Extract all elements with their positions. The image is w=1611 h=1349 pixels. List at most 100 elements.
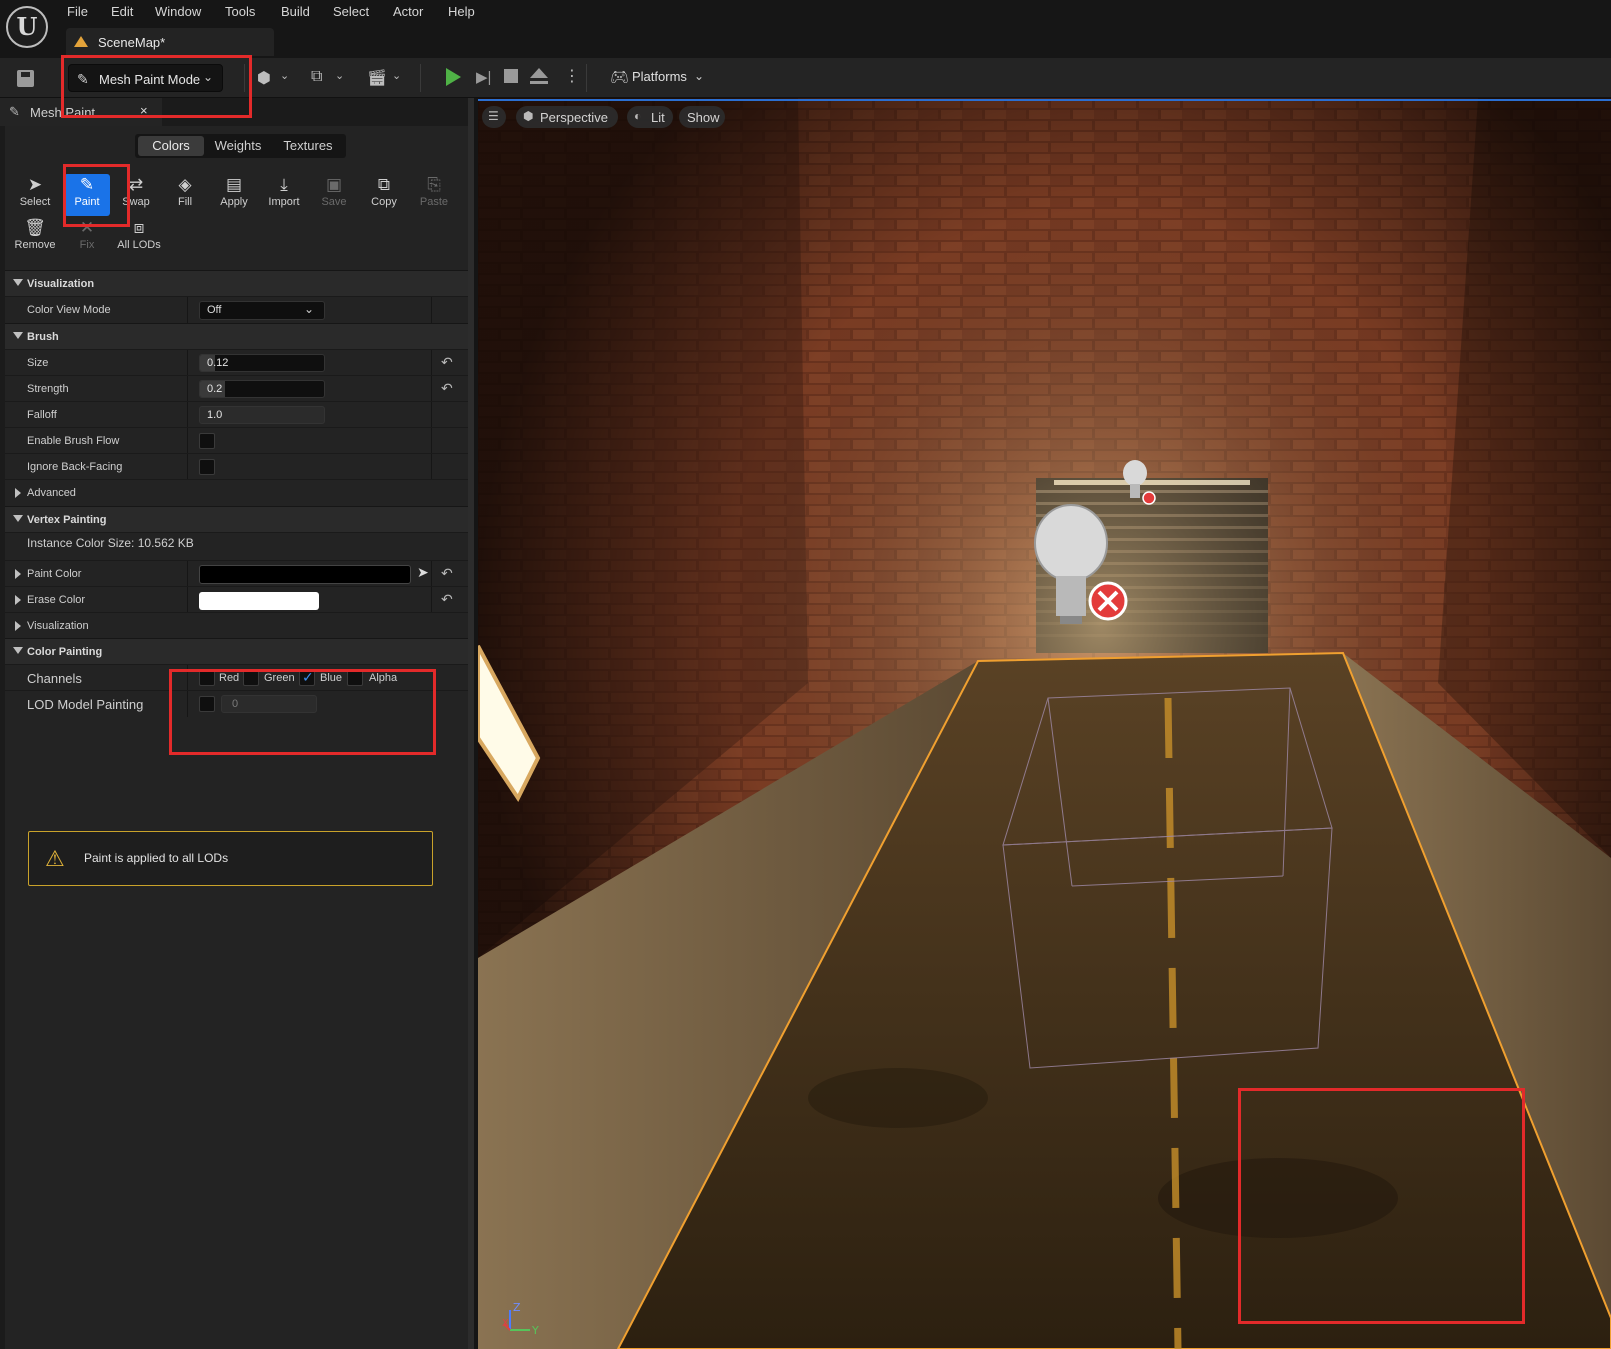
mode-dropdown[interactable]: ✎ Mesh Paint Mode ⌄ bbox=[68, 64, 223, 92]
prop-advanced[interactable]: Advanced bbox=[5, 479, 474, 505]
hamburger-icon: ☰ bbox=[488, 109, 499, 123]
ignore-back-facing-checkbox[interactable] bbox=[199, 459, 215, 475]
perspective-button[interactable]: ⬢ Perspective bbox=[516, 106, 618, 128]
column-divider bbox=[431, 454, 432, 480]
prop-label: Size bbox=[27, 357, 49, 369]
tab-textures[interactable]: Textures bbox=[273, 136, 343, 156]
panel-tab-label: Mesh Paint bbox=[30, 105, 96, 120]
menu-window[interactable]: Window bbox=[155, 4, 201, 19]
menu-edit[interactable]: Edit bbox=[111, 4, 133, 19]
menu-build[interactable]: Build bbox=[281, 4, 310, 19]
menu-actor[interactable]: Actor bbox=[393, 4, 423, 19]
tab-colors[interactable]: Colors bbox=[138, 136, 204, 156]
panel-tab-mesh-paint[interactable]: ✎ Mesh Paint × bbox=[0, 98, 162, 126]
channel-red-checkbox[interactable] bbox=[199, 670, 215, 686]
channel-alpha-checkbox[interactable] bbox=[347, 670, 363, 686]
expand-arrow-icon bbox=[13, 515, 23, 522]
level-viewport[interactable]: Z X Y ☰ ⬢ Perspective ◐ Lit Show bbox=[478, 98, 1611, 1349]
reset-icon[interactable]: ↶ bbox=[441, 565, 453, 582]
section-vertex-painting[interactable]: Vertex Painting bbox=[5, 506, 474, 532]
strength-input[interactable]: 0.2 bbox=[199, 380, 325, 398]
channel-green-checkbox[interactable] bbox=[243, 670, 259, 686]
cursor-icon: ➤ bbox=[27, 175, 43, 194]
cinematics-icon[interactable]: 🎬︎ bbox=[367, 68, 387, 88]
column-divider bbox=[431, 428, 432, 454]
prop-label: Strength bbox=[27, 383, 69, 395]
show-button[interactable]: Show bbox=[679, 106, 725, 128]
lit-button[interactable]: ◐ Lit bbox=[627, 106, 673, 128]
reset-icon[interactable]: ↶ bbox=[441, 591, 453, 608]
tool-label: Remove bbox=[14, 239, 56, 251]
tool-save: ▣ Save bbox=[311, 174, 357, 216]
brush-icon: ✎ bbox=[79, 175, 95, 194]
expand-arrow-icon[interactable] bbox=[15, 569, 21, 579]
column-divider bbox=[187, 454, 188, 480]
menu-help[interactable]: Help bbox=[448, 4, 475, 19]
instance-color-size-row: Instance Color Size: 10.562 KB bbox=[5, 532, 474, 560]
menu-tools[interactable]: Tools bbox=[225, 4, 255, 19]
tool-fill[interactable]: ◈ Fill bbox=[162, 174, 208, 216]
chevron-down-icon[interactable]: ⌄ bbox=[280, 69, 289, 82]
main-toolbar: ✎ Mesh Paint Mode ⌄ ⬢ ⌄ ⧉ ⌄ 🎬︎ ⌄ ▶︎| ⋮ 🎮… bbox=[0, 58, 1611, 98]
chevron-down-icon[interactable]: ⌄ bbox=[335, 69, 344, 82]
tool-apply[interactable]: ▤ Apply bbox=[211, 174, 257, 216]
viewport-menu-button[interactable]: ☰ bbox=[482, 106, 506, 128]
axis-y-label: Y bbox=[531, 1324, 539, 1337]
expand-arrow-icon bbox=[13, 647, 23, 654]
chevron-down-icon: ⌄ bbox=[203, 70, 214, 84]
column-divider bbox=[187, 402, 188, 428]
swap-icon: ⇄ bbox=[128, 175, 144, 194]
color-view-mode-dropdown[interactable]: Off ⌄ bbox=[199, 301, 325, 320]
section-title: Color Painting bbox=[27, 646, 103, 658]
tool-swap[interactable]: ⇄ Swap bbox=[113, 174, 159, 216]
section-brush[interactable]: Brush bbox=[5, 323, 474, 349]
eject-button[interactable] bbox=[530, 68, 548, 86]
stop-button[interactable] bbox=[504, 69, 518, 83]
expand-arrow-icon bbox=[15, 621, 21, 631]
tool-fix: ✕ Fix bbox=[64, 217, 110, 259]
menu-file[interactable]: File bbox=[67, 4, 88, 19]
blueprint-icon[interactable]: ⧉ bbox=[311, 68, 322, 86]
tool-paint[interactable]: ✎ Paint bbox=[64, 174, 110, 216]
reset-icon[interactable]: ↶ bbox=[441, 354, 453, 371]
lit-label: Lit bbox=[651, 110, 665, 125]
tool-label: Copy bbox=[371, 196, 397, 208]
expand-arrow-icon[interactable] bbox=[15, 595, 21, 605]
unreal-logo-icon[interactable]: U bbox=[6, 6, 48, 48]
tool-import[interactable]: ⤓ Import bbox=[261, 174, 307, 216]
menu-select[interactable]: Select bbox=[333, 4, 369, 19]
tab-weights[interactable]: Weights bbox=[207, 136, 269, 156]
close-icon[interactable]: × bbox=[140, 103, 148, 118]
tool-copy[interactable]: ⧉ Copy bbox=[361, 174, 407, 216]
column-divider bbox=[187, 561, 188, 587]
prop-ignore-back-facing: Ignore Back-Facing bbox=[5, 453, 474, 480]
play-button[interactable] bbox=[446, 68, 461, 86]
prop-size: Size 0.12 ↶ bbox=[5, 349, 474, 376]
advance-frame-icon[interactable]: ▶︎| bbox=[476, 68, 491, 86]
size-input[interactable]: 0.12 bbox=[199, 354, 325, 372]
add-actor-icon[interactable]: ⬢ bbox=[257, 68, 271, 88]
tool-remove[interactable]: 🗑︎ Remove bbox=[12, 217, 58, 259]
panel-scrollbar[interactable] bbox=[468, 98, 474, 1349]
column-divider bbox=[187, 297, 188, 323]
more-options-icon[interactable]: ⋮ bbox=[564, 66, 580, 86]
eyedropper-icon[interactable]: ➤ bbox=[417, 564, 429, 581]
reset-icon[interactable]: ↶ bbox=[441, 380, 453, 397]
tool-all-lods[interactable]: ⧈ All LODs bbox=[113, 217, 165, 259]
section-visualization[interactable]: Visualization bbox=[5, 270, 474, 296]
tool-label: All LODs bbox=[117, 239, 161, 251]
prop-strength: Strength 0.2 ↶ bbox=[5, 375, 474, 402]
section-color-painting[interactable]: Color Painting bbox=[5, 638, 474, 664]
falloff-input[interactable]: 1.0 bbox=[199, 406, 325, 424]
save-icon[interactable] bbox=[17, 70, 34, 87]
prop-visualization[interactable]: Visualization bbox=[5, 612, 474, 638]
erase-color-swatch[interactable] bbox=[199, 592, 319, 610]
enable-brush-flow-checkbox[interactable] bbox=[199, 433, 215, 449]
tool-select[interactable]: ➤ Select bbox=[12, 174, 58, 216]
lod-model-painting-checkbox[interactable] bbox=[199, 696, 215, 712]
paint-color-swatch[interactable] bbox=[199, 565, 411, 584]
document-tab-scenemap[interactable]: SceneMap* bbox=[66, 28, 274, 56]
chevron-down-icon[interactable]: ⌄ bbox=[392, 69, 401, 82]
paint-mode-tabs: Colors Weights Textures bbox=[135, 134, 346, 158]
channel-blue-checkbox[interactable] bbox=[299, 669, 315, 686]
